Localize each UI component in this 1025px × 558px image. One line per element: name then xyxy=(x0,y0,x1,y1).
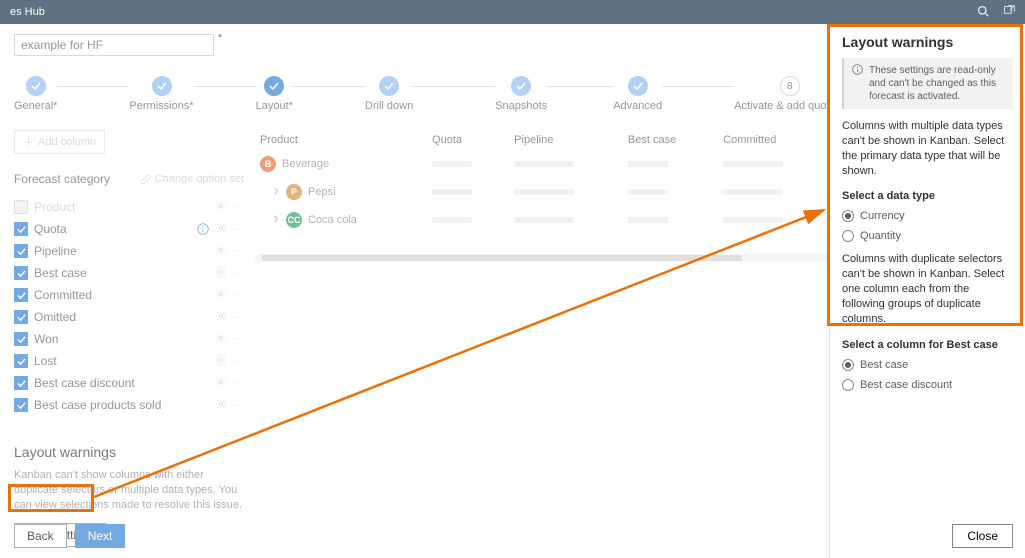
avatar: B xyxy=(260,156,276,172)
avatar: P xyxy=(286,184,302,200)
category-row[interactable]: Best case discount ⋮ xyxy=(14,372,244,394)
chevron-right-icon[interactable] xyxy=(272,186,280,198)
info-icon xyxy=(852,64,863,79)
category-checkbox[interactable] xyxy=(14,398,28,412)
forecast-category-label: Forecast category xyxy=(14,172,110,186)
column-header: Product xyxy=(254,130,426,150)
close-button[interactable]: Close xyxy=(952,524,1013,548)
category-label: Best case discount xyxy=(34,376,209,390)
gear-icon[interactable] xyxy=(215,398,227,413)
category-checkbox[interactable] xyxy=(14,376,28,390)
category-checkbox[interactable] xyxy=(14,310,28,324)
step-permissions[interactable]: Permissions* xyxy=(129,76,193,112)
gear-icon[interactable] xyxy=(215,310,227,325)
column-header: Pipeline xyxy=(508,130,622,150)
column-header: Quota xyxy=(426,130,508,150)
step-layout[interactable]: Layout* xyxy=(256,76,293,112)
category-label: Best case xyxy=(34,266,209,280)
category-row[interactable]: Pipeline ⋮ xyxy=(14,240,244,262)
step-advanced[interactable]: Advanced xyxy=(613,76,662,112)
layout-warnings-panel: Layout warnings These settings are read-… xyxy=(829,24,1025,558)
layout-warnings-text: Kanban can't show columns with either du… xyxy=(14,468,244,513)
step-drilldown[interactable]: Drill down xyxy=(365,76,413,112)
step-snapshots[interactable]: Snapshots xyxy=(495,76,547,112)
category-row[interactable]: Best case products sold ⋮ xyxy=(14,394,244,416)
more-icon[interactable]: ⋮ xyxy=(233,356,244,367)
gear-icon[interactable] xyxy=(215,288,227,303)
app-topbar: es Hub xyxy=(0,0,1025,24)
category-row[interactable]: Product ⋮ xyxy=(14,196,244,218)
column-header: Best case xyxy=(622,130,717,150)
more-icon[interactable]: ⋮ xyxy=(233,268,244,279)
more-icon[interactable]: ⋮ xyxy=(233,202,244,213)
gear-icon[interactable] xyxy=(215,266,227,281)
category-checkbox[interactable] xyxy=(14,266,28,280)
category-row[interactable]: Committed ⋮ xyxy=(14,284,244,306)
radio-bestcase-discount[interactable]: Best case discount xyxy=(842,379,1013,391)
required-star-icon: * xyxy=(218,32,222,44)
more-icon[interactable]: ⋮ xyxy=(233,378,244,389)
step-general[interactable]: General* xyxy=(14,76,57,112)
app-title: es Hub xyxy=(10,6,45,18)
gear-icon[interactable] xyxy=(215,376,227,391)
info-icon[interactable] xyxy=(197,223,209,235)
category-checkbox[interactable] xyxy=(14,244,28,258)
more-icon[interactable]: ⋮ xyxy=(233,334,244,345)
chevron-right-icon[interactable] xyxy=(272,214,280,226)
back-button[interactable]: Back xyxy=(14,524,67,548)
side-sub-1: Select a data type xyxy=(842,190,1013,202)
more-icon[interactable]: ⋮ xyxy=(233,290,244,301)
search-icon[interactable] xyxy=(977,5,989,20)
category-row[interactable]: Won ⋮ xyxy=(14,328,244,350)
category-checkbox[interactable] xyxy=(14,200,28,214)
category-row[interactable]: Lost ⋮ xyxy=(14,350,244,372)
category-label: Best case products sold xyxy=(34,398,209,412)
side-para-2: Columns with duplicate selectors can't b… xyxy=(842,252,1013,326)
category-checkbox[interactable] xyxy=(14,332,28,346)
radio-quantity[interactable]: Quantity xyxy=(842,230,1013,242)
side-sub-2: Select a column for Best case xyxy=(842,339,1013,351)
category-label: Won xyxy=(34,332,209,346)
column-header: Committed xyxy=(717,130,831,150)
product-name: Coca cola xyxy=(308,214,357,226)
readonly-info-box: These settings are read-only and can't b… xyxy=(842,58,1013,109)
category-row[interactable]: Omitted ⋮ xyxy=(14,306,244,328)
gear-icon[interactable] xyxy=(215,332,227,347)
more-icon[interactable]: ⋮ xyxy=(233,224,244,235)
category-label: Pipeline xyxy=(34,244,209,258)
radio-currency[interactable]: Currency xyxy=(842,210,1013,222)
gear-icon[interactable] xyxy=(215,200,227,215)
add-column-button[interactable]: ＋Add column xyxy=(14,130,105,154)
forecast-name-input[interactable] xyxy=(14,34,214,56)
category-checkbox[interactable] xyxy=(14,288,28,302)
layout-warnings-heading: Layout warnings xyxy=(14,444,244,460)
category-label: Product xyxy=(34,200,209,214)
gear-icon[interactable] xyxy=(215,354,227,369)
more-icon[interactable]: ⋮ xyxy=(233,312,244,323)
plus-icon: ＋ xyxy=(23,134,34,150)
category-row[interactable]: Quota ⋮ xyxy=(14,218,244,240)
gear-icon[interactable] xyxy=(215,222,227,237)
side-para-1: Columns with multiple data types can't b… xyxy=(842,119,1013,178)
avatar: CC xyxy=(286,212,302,228)
next-button[interactable]: Next xyxy=(75,524,126,548)
radio-bestcase[interactable]: Best case xyxy=(842,359,1013,371)
category-checkbox[interactable] xyxy=(14,222,28,236)
category-label: Quota xyxy=(34,222,191,236)
more-icon[interactable]: ⋮ xyxy=(233,246,244,257)
change-optionset-link[interactable]: Change option set xyxy=(140,173,244,185)
product-name: Beverage xyxy=(282,158,329,170)
more-icon[interactable]: ⋮ xyxy=(233,400,244,411)
side-panel-title: Layout warnings xyxy=(842,34,1013,50)
gear-icon[interactable] xyxy=(215,244,227,259)
category-checkbox[interactable] xyxy=(14,354,28,368)
popout-icon[interactable] xyxy=(1003,5,1015,20)
category-label: Lost xyxy=(34,354,209,368)
category-row[interactable]: Best case ⋮ xyxy=(14,262,244,284)
category-label: Committed xyxy=(34,288,209,302)
product-name: Pepsi xyxy=(308,186,336,198)
category-label: Omitted xyxy=(34,310,209,324)
